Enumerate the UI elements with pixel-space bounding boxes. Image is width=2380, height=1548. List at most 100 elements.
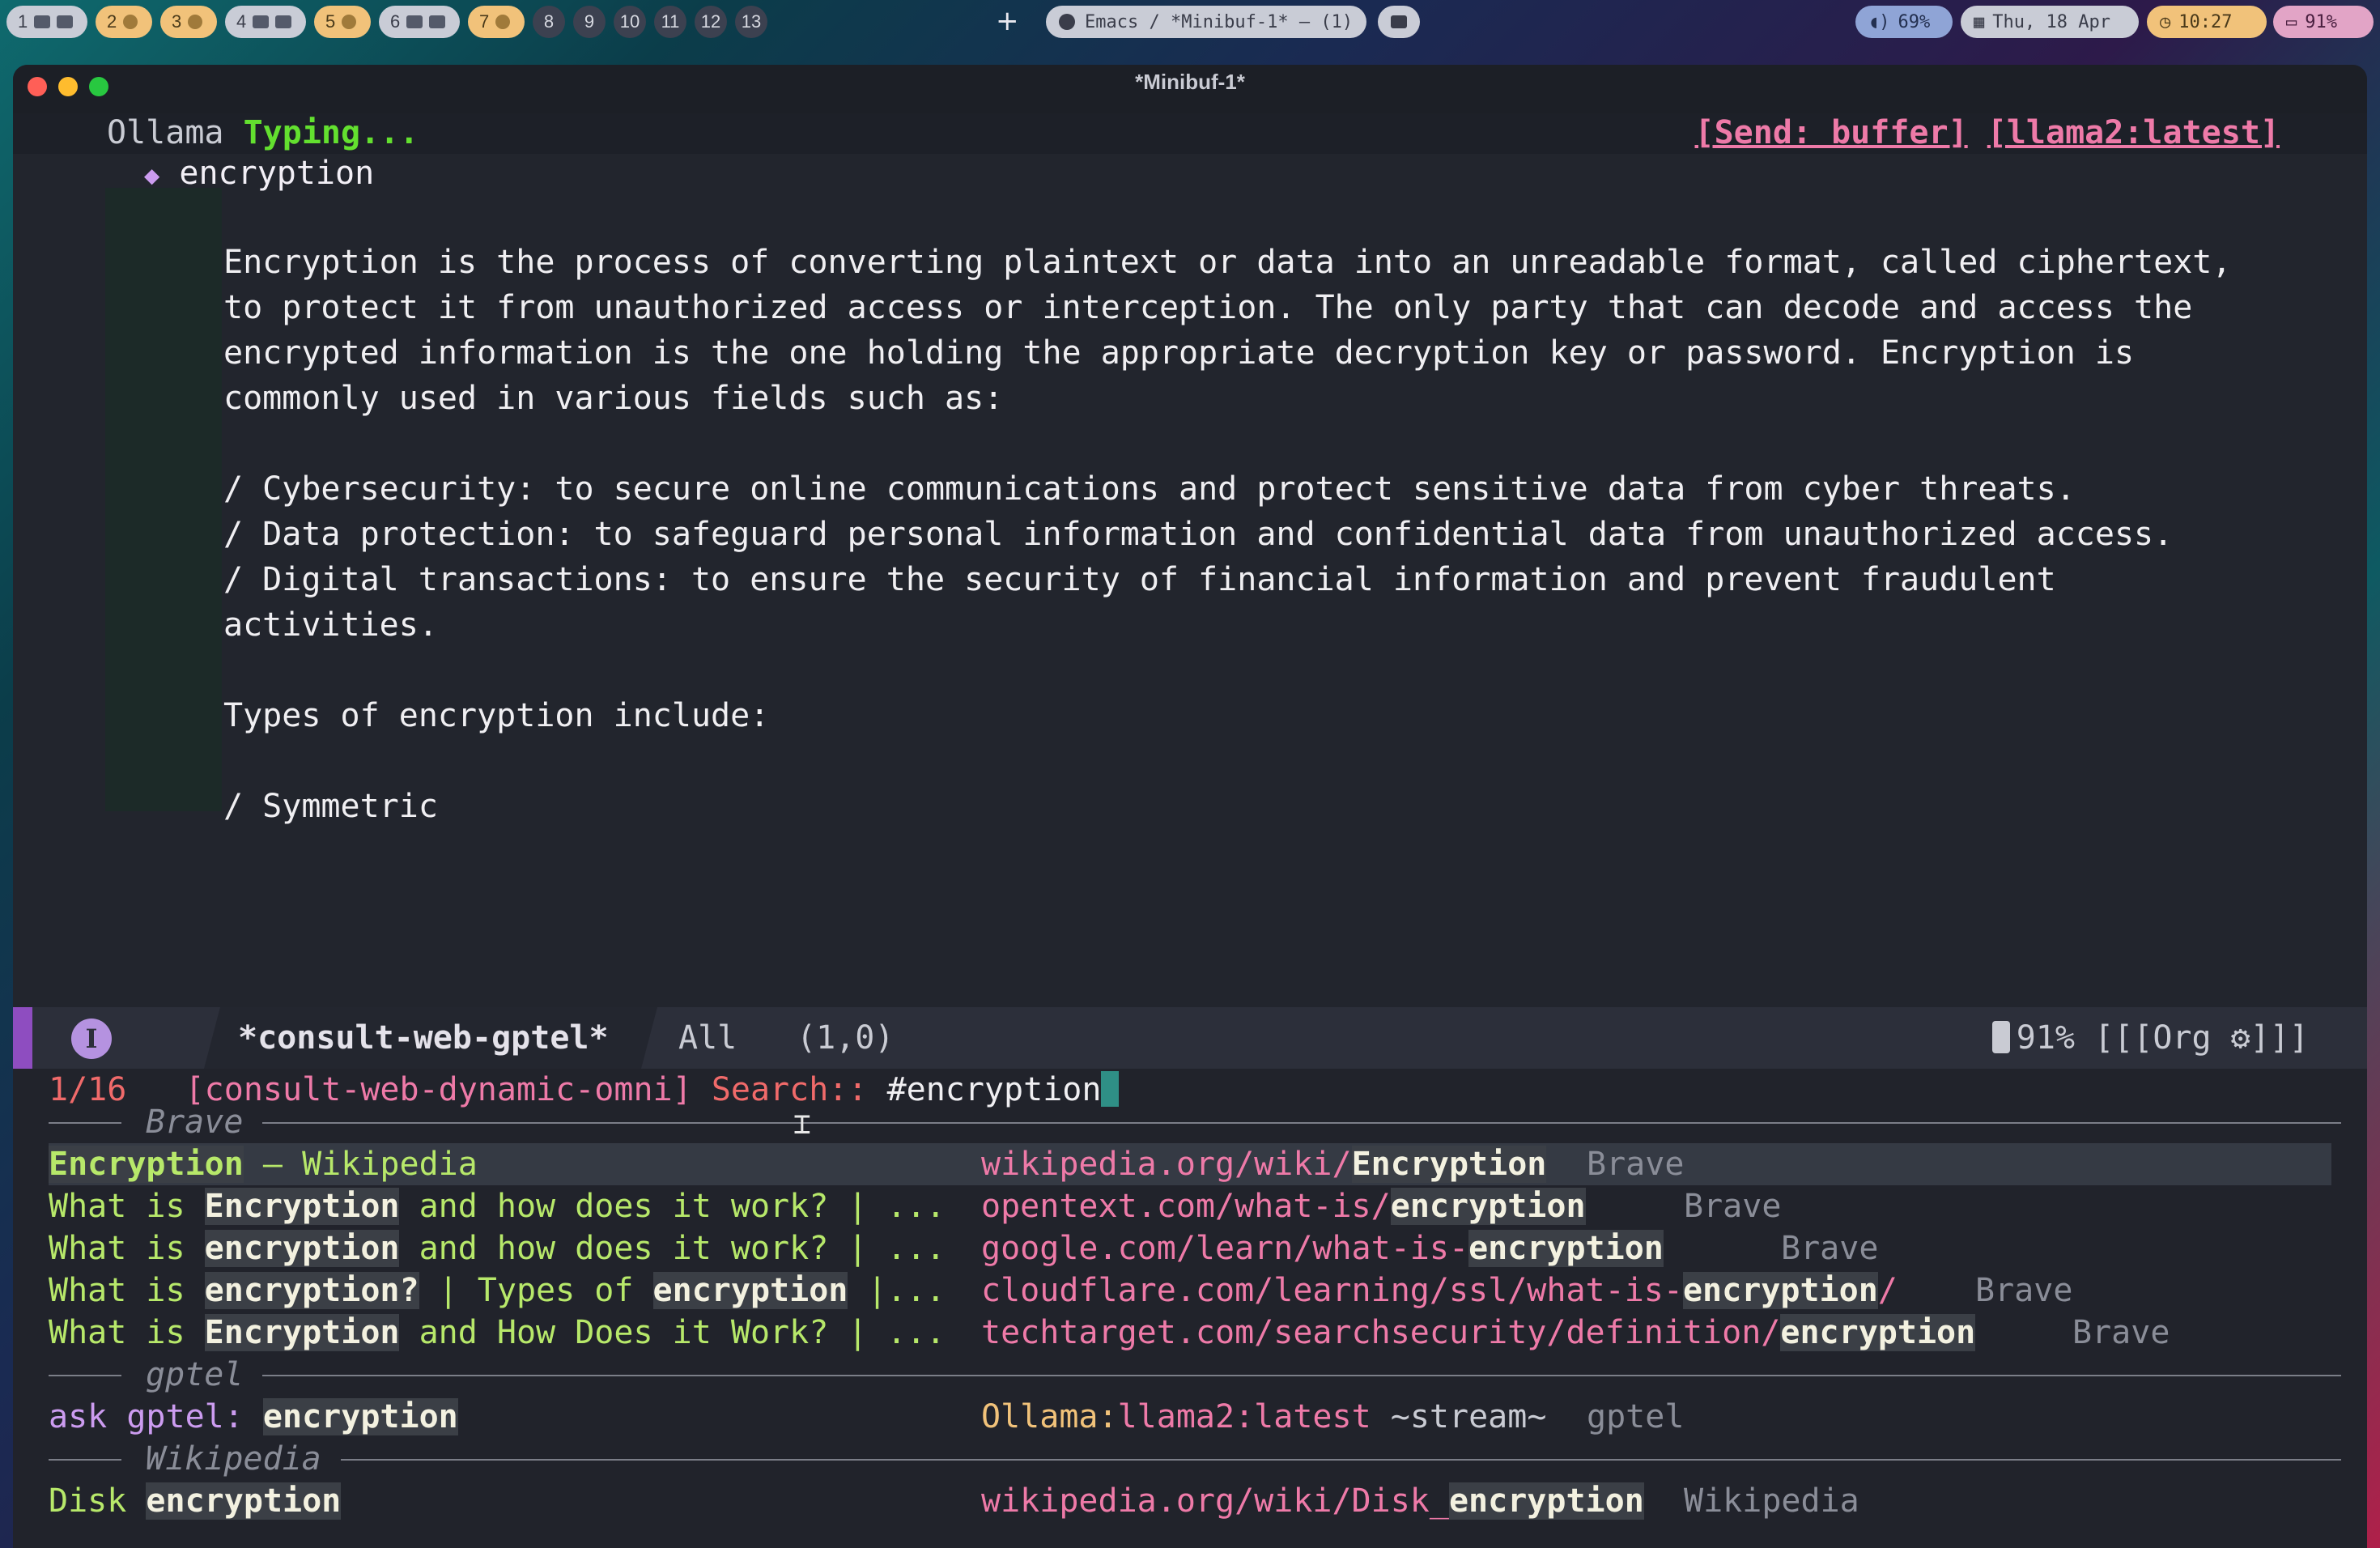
candidate-group-wikipedia: Wikipedia xyxy=(49,1438,2348,1480)
window-title: *Minibuf-1* xyxy=(1135,70,1245,94)
heading-text: encryption xyxy=(179,155,375,192)
workspace-number: 6 xyxy=(390,11,401,32)
group-divider xyxy=(49,1375,121,1376)
candidate-source: Brave xyxy=(1684,1188,1782,1225)
scroll-position: All xyxy=(678,1019,737,1057)
candidate-url: opentext.com/what-is/encryption xyxy=(981,1188,1586,1225)
clock-icon: ◷ xyxy=(2160,11,2171,32)
candidate-title: What is encryption? | Types of encryptio… xyxy=(49,1272,946,1309)
workspace-number: 5 xyxy=(325,11,336,32)
candidate-row[interactable]: What is encryption? | Types of encryptio… xyxy=(49,1269,2331,1312)
candidate-source: Brave xyxy=(2072,1314,2170,1351)
clock-indicator[interactable]: ◷ 10:27 xyxy=(2147,6,2267,38)
battery-level: 91% xyxy=(2305,11,2337,32)
candidate-row[interactable]: Disk encryption wikipedia.org/wiki/Disk_e… xyxy=(49,1480,2331,1522)
workspace-number: 8 xyxy=(543,11,555,32)
workspace-10[interactable]: 10 xyxy=(614,6,646,38)
window-titlebar: *Minibuf-1* xyxy=(13,65,2367,113)
volume-level: 69% xyxy=(1898,11,1931,32)
typing-status: Typing... xyxy=(243,114,419,151)
candidate-title: What is encryption and how does it work?… xyxy=(49,1230,946,1267)
header-line: Ollama Typing... [Send: buffer] [llama2:… xyxy=(13,113,2367,154)
candidate-group-brave: Brave xyxy=(49,1101,2348,1143)
workspace-12[interactable]: 12 xyxy=(695,6,727,38)
major-mode[interactable]: [[[Org ⚙]]] xyxy=(2094,1019,2309,1057)
modeline-accent-bar xyxy=(13,1007,32,1069)
battery-indicator[interactable]: ▭ 91% xyxy=(2273,6,2374,38)
date-text: Thu, 18 Apr xyxy=(1992,11,2110,32)
heading-bullet-icon: ◆ xyxy=(144,159,160,190)
window-icon xyxy=(57,15,74,28)
modeline-right: 91% [[[Org ⚙]]] xyxy=(1991,1017,2309,1059)
window-icon xyxy=(1391,15,1407,28)
active-window-title: Emacs / *Minibuf-1* — (1) xyxy=(1085,11,1354,32)
workspace-9[interactable]: 9 xyxy=(573,6,606,38)
header-actions: [Send: buffer] [llama2:latest] xyxy=(1695,112,2280,154)
window-toggle-button[interactable] xyxy=(1378,6,1420,38)
candidate-source: Brave xyxy=(1781,1230,1879,1267)
workspace-3[interactable]: 3 xyxy=(160,6,217,38)
workspace-number: 11 xyxy=(661,11,680,32)
active-window-chip[interactable]: Emacs / *Minibuf-1* — (1) xyxy=(1046,6,1366,38)
group-divider xyxy=(341,1459,2341,1461)
battery-icon xyxy=(1991,1021,2010,1053)
emacs-icon xyxy=(1059,14,1075,30)
candidate-url: Ollama:llama2:latest ~stream~ xyxy=(981,1398,1547,1435)
evil-state-badge: I xyxy=(71,1019,112,1059)
workspace-6[interactable]: 6 xyxy=(379,6,460,38)
chat-icon xyxy=(342,15,357,29)
mode-line: I *consult-web-gptel* All (1,0) 91% [[[O… xyxy=(13,1007,2367,1069)
candidate-url: wikipedia.org/wiki/Disk_encryption xyxy=(981,1482,1644,1520)
time-text: 10:27 xyxy=(2178,11,2233,32)
indent-guide xyxy=(105,188,222,811)
globe-icon xyxy=(406,15,423,28)
candidate-url: wikipedia.org/wiki/Encryption xyxy=(981,1146,1547,1183)
group-divider xyxy=(262,1375,2341,1376)
workspace-7[interactable]: 7 xyxy=(468,6,525,38)
group-name: Brave xyxy=(146,1104,244,1141)
workspace-number: 13 xyxy=(741,11,762,32)
workspace-number: 4 xyxy=(236,11,247,32)
group-divider xyxy=(49,1122,121,1124)
add-workspace-button[interactable]: + xyxy=(996,5,1019,37)
workspace-number: 2 xyxy=(107,11,117,32)
candidate-source: Brave xyxy=(1587,1146,1685,1183)
workspace-13[interactable]: 13 xyxy=(735,6,767,38)
candidate-row[interactable]: What is Encryption and how does it work?… xyxy=(49,1185,2331,1227)
workspace-11[interactable]: 11 xyxy=(654,6,686,38)
speaker-icon: ◖) xyxy=(1868,11,1890,32)
org-heading[interactable]: ◆ encryption xyxy=(144,152,374,196)
date-indicator[interactable]: ▦ Thu, 18 Apr xyxy=(1961,6,2139,38)
workspace-1[interactable]: 1 xyxy=(6,6,87,38)
candidate-url: google.com/learn/what-is-encryption xyxy=(981,1230,1664,1267)
minibuffer: 1/16 [consult-web-dynamic-omni] Search::… xyxy=(13,1069,2367,1548)
candidate-row[interactable]: What is encryption and how does it work?… xyxy=(49,1227,2331,1269)
battery-icon: ▭ xyxy=(2286,11,2297,32)
workspace-2[interactable]: 2 xyxy=(96,6,152,38)
modeline-battery: 91% xyxy=(2016,1019,2075,1057)
emacs-window: *Minibuf-1* Ollama Typing... [Send: buff… xyxy=(13,65,2367,1548)
workspace-number: 7 xyxy=(479,11,490,32)
buffer-name[interactable]: *consult-web-gptel* xyxy=(238,1017,609,1059)
candidate-source: gptel xyxy=(1587,1398,1685,1435)
candidate-title: ask gptel: encryption xyxy=(49,1398,458,1435)
candidate-row[interactable]: What is Encryption and How Does it Work?… xyxy=(49,1312,2331,1354)
workspace-number: 9 xyxy=(584,11,595,32)
candidate-row[interactable]: ask gptel: encryption Ollama:llama2:lates… xyxy=(49,1396,2331,1438)
candidate-row[interactable]: Encryption – Wikipedia wikipedia.org/wiki… xyxy=(49,1143,2331,1185)
send-buffer-button[interactable]: [Send: buffer] xyxy=(1695,114,1968,151)
candidate-group-gptel: gptel xyxy=(49,1354,2348,1396)
workspace-number: 10 xyxy=(619,11,640,32)
model-select-button[interactable]: [llama2:latest] xyxy=(1987,114,2280,151)
system-top-bar: 1 2 3 4 5 6 7 8 9 10 11 12 13 + Emacs / *Minibuf-1* … xyxy=(0,0,2380,45)
group-divider xyxy=(262,1122,2341,1124)
group-divider xyxy=(49,1459,121,1461)
response-text[interactable]: Encryption is the process of converting … xyxy=(223,240,2231,829)
candidate-title: What is Encryption and how does it work?… xyxy=(49,1188,946,1225)
volume-indicator[interactable]: ◖) 69% xyxy=(1855,6,1953,38)
user-icon xyxy=(123,15,138,29)
workspace-5[interactable]: 5 xyxy=(314,6,371,38)
workspace-8[interactable]: 8 xyxy=(533,6,565,38)
workspace-4[interactable]: 4 xyxy=(225,6,306,38)
candidate-url: techtarget.com/searchsecurity/definition… xyxy=(981,1314,1976,1351)
